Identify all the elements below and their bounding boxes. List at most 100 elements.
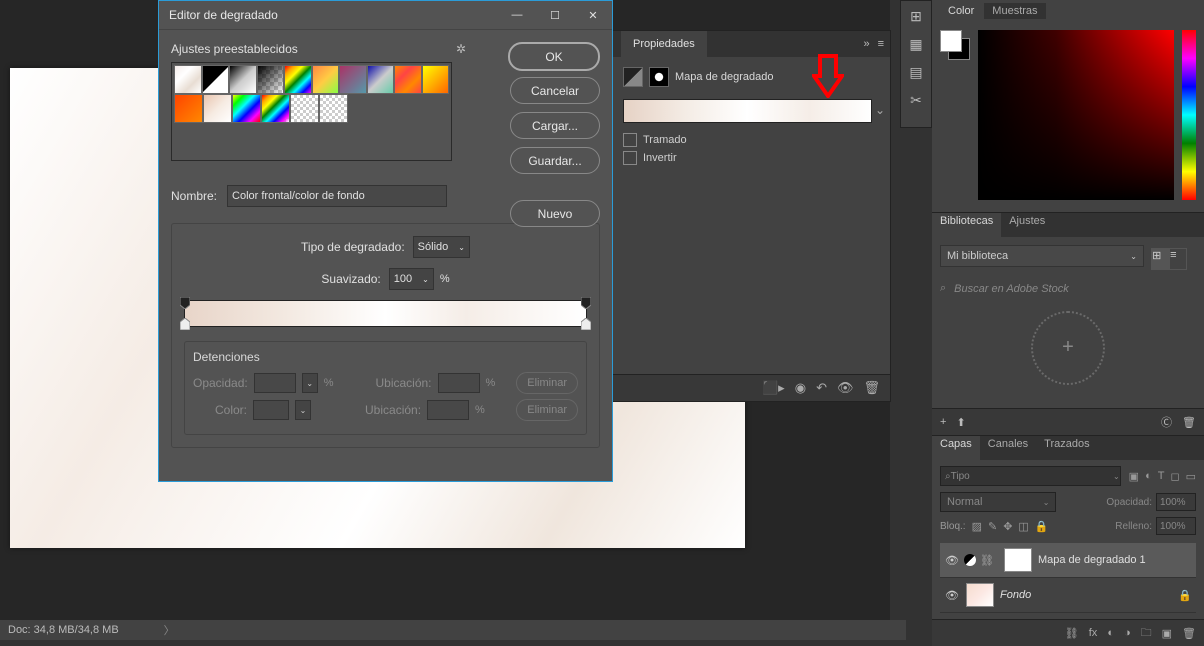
close-button[interactable]: ✕ — [574, 1, 612, 29]
invert-checkbox[interactable] — [623, 151, 637, 165]
info-icon[interactable]: ✂ — [907, 91, 925, 109]
fx-icon[interactable]: fx — [1089, 627, 1098, 639]
filter-adjust-icon[interactable]: ◐ — [1145, 470, 1152, 483]
library-view-icons[interactable]: ⊞≡ — [1151, 248, 1187, 270]
filter-shape-icon[interactable]: ◻ — [1170, 470, 1179, 483]
layer-visibility-icon[interactable]: 👁 — [944, 554, 960, 567]
opacity-stop-left[interactable] — [180, 297, 190, 309]
link-mask-icon[interactable]: ⛓ — [980, 554, 994, 567]
filter-type-icon[interactable]: T — [1158, 470, 1165, 483]
visibility-icon[interactable]: 👁 — [837, 380, 854, 396]
layers-tab[interactable]: Capas — [932, 436, 980, 460]
libraries-tab[interactable]: Bibliotecas — [932, 213, 1001, 237]
history-icon[interactable]: ⊞ — [907, 7, 925, 25]
actions-icon[interactable]: ▤ — [907, 63, 925, 81]
upload-icon[interactable]: ⬆ — [956, 416, 965, 429]
layer-item[interactable]: 👁 ⛓ Mapa de degradado 1 — [940, 543, 1196, 578]
opacity-value-input[interactable]: 100% — [1156, 493, 1196, 511]
adjustments-tab[interactable]: Ajustes — [1001, 213, 1053, 237]
properties-tab[interactable]: Propiedades — [621, 31, 707, 57]
preset-swatch[interactable] — [422, 65, 450, 94]
swatches-tab[interactable]: Muestras — [984, 3, 1045, 19]
preset-swatch[interactable] — [261, 94, 290, 123]
fg-color[interactable] — [940, 30, 962, 52]
paths-tab[interactable]: Trazados — [1036, 436, 1097, 460]
preset-swatch[interactable] — [394, 65, 422, 94]
preset-swatch[interactable] — [229, 65, 257, 94]
fill-value-input[interactable]: 100% — [1156, 517, 1196, 535]
preset-swatch[interactable] — [203, 94, 232, 123]
lock-position-icon[interactable]: ✥ — [1003, 520, 1012, 533]
preset-swatch[interactable] — [290, 94, 319, 123]
preset-swatch[interactable] — [284, 65, 312, 94]
clip-to-layer-icon[interactable]: ⬛▸ — [762, 380, 785, 396]
channels-tab[interactable]: Canales — [980, 436, 1036, 460]
adjustment-layer-icon[interactable]: ◑ — [1124, 627, 1131, 639]
preset-swatch[interactable] — [257, 65, 285, 94]
dither-checkbox[interactable] — [623, 133, 637, 147]
save-button[interactable]: Guardar... — [510, 147, 600, 174]
view-previous-icon[interactable]: ◉ — [795, 380, 806, 396]
filter-smart-icon[interactable]: ▭ — [1186, 470, 1196, 483]
delete-layer-icon[interactable]: 🗑 — [1182, 627, 1196, 640]
filter-pixel-icon[interactable]: ▣ — [1129, 470, 1139, 483]
preset-swatch[interactable] — [232, 94, 261, 123]
delete-color-stop-button: Eliminar — [516, 399, 578, 421]
preset-swatch[interactable] — [312, 65, 340, 94]
reset-icon[interactable]: ↶ — [816, 380, 827, 396]
lock-transparency-icon[interactable]: ▨ — [972, 520, 982, 533]
lock-artboard-icon[interactable]: ◫ — [1018, 520, 1028, 533]
cc-icon[interactable]: Ⓒ — [1161, 414, 1172, 430]
layer-filter-select[interactable]: ⌕ Tipo ⌄ — [940, 466, 1121, 486]
smoothness-input[interactable]: 100⌄ — [389, 268, 434, 290]
layer-visibility-icon[interactable]: 👁 — [944, 589, 960, 602]
color-stop-left[interactable] — [180, 318, 190, 330]
search-placeholder[interactable]: Buscar en Adobe Stock — [954, 283, 1069, 295]
mask-icon[interactable]: ◐ — [1107, 627, 1114, 639]
collapse-icon[interactable]: » — [863, 38, 869, 50]
fg-bg-swatch[interactable] — [940, 30, 970, 60]
color-picker[interactable] — [978, 30, 1174, 200]
swatches-icon[interactable]: ▦ — [907, 35, 925, 53]
library-add-placeholder[interactable]: + — [1031, 311, 1105, 385]
gradient-editor-strip[interactable] — [184, 300, 587, 327]
preset-swatch[interactable] — [202, 65, 230, 94]
hue-slider[interactable] — [1182, 30, 1196, 200]
opacity-stop-right[interactable] — [581, 297, 591, 309]
library-select[interactable]: Mi biblioteca⌄ — [940, 245, 1144, 267]
trash-icon[interactable]: 🗑 — [1182, 416, 1196, 429]
layer-item[interactable]: 👁 Fondo 🔒 — [940, 578, 1196, 613]
blend-mode-select[interactable]: Normal⌄ — [940, 492, 1056, 512]
new-layer-icon[interactable]: ▣ — [1162, 627, 1172, 640]
add-content-icon[interactable]: + — [940, 416, 946, 428]
preset-swatch[interactable] — [174, 65, 202, 94]
color-tab[interactable]: Color — [940, 3, 982, 19]
panel-menu-icon[interactable]: ≡ — [878, 38, 884, 50]
lock-icon[interactable]: 🔒 — [1178, 589, 1192, 602]
color-stop-right[interactable] — [581, 318, 591, 330]
cancel-button[interactable]: Cancelar — [510, 77, 600, 104]
preset-swatch[interactable] — [367, 65, 395, 94]
gradient-name-input[interactable] — [227, 185, 447, 207]
maximize-button[interactable]: ☐ — [536, 1, 574, 29]
new-button[interactable]: Nuevo — [510, 200, 600, 227]
ok-button[interactable]: OK — [508, 42, 600, 71]
status-chevron-icon[interactable]: 〉 — [164, 622, 175, 638]
preset-swatch[interactable] — [319, 94, 348, 123]
preset-swatch[interactable] — [174, 94, 203, 123]
presets-gear-icon[interactable]: ✲ — [456, 42, 466, 56]
gradient-swatch-button[interactable] — [623, 99, 872, 123]
trash-icon[interactable]: 🗑 — [863, 380, 880, 396]
layer-thumb[interactable] — [966, 583, 994, 607]
minimize-button[interactable]: — — [498, 1, 536, 29]
lock-image-icon[interactable]: ✎ — [988, 520, 997, 533]
dialog-titlebar[interactable]: Editor de degradado — ☐ ✕ — [159, 1, 612, 30]
link-layers-icon[interactable]: ⛓ — [1065, 627, 1079, 640]
layer-name[interactable]: Fondo — [1000, 589, 1031, 601]
layer-mask-thumb[interactable] — [1004, 548, 1032, 572]
lock-all-icon[interactable]: 🔒 — [1035, 520, 1049, 533]
layer-name[interactable]: Mapa de degradado 1 — [1038, 554, 1146, 566]
preset-swatch[interactable] — [339, 65, 367, 94]
gradient-type-select[interactable]: Sólido⌄ — [413, 236, 470, 258]
load-button[interactable]: Cargar... — [510, 112, 600, 139]
